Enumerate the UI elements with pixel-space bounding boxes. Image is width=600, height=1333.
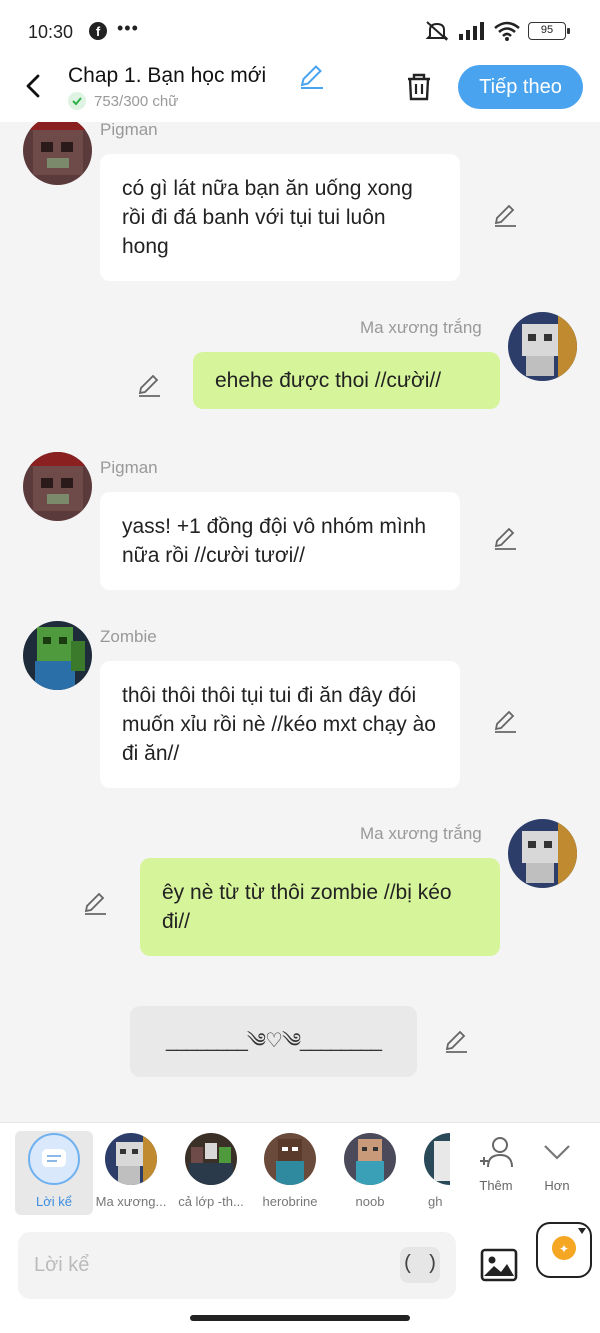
action-paren-button[interactable]: ( ) xyxy=(400,1247,440,1283)
word-count: 753/300 chữ xyxy=(68,92,178,110)
add-label: Thêm xyxy=(479,1178,513,1193)
word-count-text: 753/300 chữ xyxy=(94,92,179,110)
chevron-down-icon xyxy=(544,1145,570,1160)
character-avatar xyxy=(185,1133,237,1185)
home-indicator xyxy=(190,1315,410,1321)
character-herobrine[interactable]: herobrine xyxy=(251,1131,329,1215)
edit-message-icon[interactable] xyxy=(492,202,518,228)
silent-icon xyxy=(425,21,449,41)
svg-text:✦: ✦ xyxy=(559,1242,569,1256)
status-bar: 10:30 f ••• 95 xyxy=(0,0,600,62)
sender-name: Ma xương trắng xyxy=(360,318,482,337)
more-label: Hơn xyxy=(544,1178,570,1193)
character-avatar xyxy=(105,1133,157,1185)
avatar-pigman[interactable] xyxy=(23,452,92,521)
edit-divider-icon[interactable] xyxy=(443,1028,469,1054)
edit-title-icon[interactable] xyxy=(297,62,325,90)
chapter-title[interactable]: Chap 1. Bạn học mới xyxy=(68,64,266,88)
message-input[interactable]: Lời kể xyxy=(18,1232,456,1299)
message-bubble[interactable]: ehehe được thoi //cười// xyxy=(193,352,500,409)
narrator-icon xyxy=(28,1133,80,1185)
wifi-icon xyxy=(494,21,520,41)
character-label: herobrine xyxy=(262,1194,318,1209)
character-label: gh xyxy=(428,1194,443,1209)
back-button[interactable] xyxy=(18,70,50,102)
sender-name: Zombie xyxy=(100,627,157,646)
avatar-pigman[interactable] xyxy=(23,122,92,185)
character-avatar xyxy=(344,1133,396,1185)
character-gh[interactable]: gh xyxy=(410,1131,450,1215)
character-ca-lop[interactable]: cả lớp -th... xyxy=(172,1131,250,1215)
check-icon xyxy=(68,92,86,110)
character-ma-xuong-trang[interactable]: Ma xương... xyxy=(92,1131,170,1215)
sender-name: Ma xương trắng xyxy=(360,824,482,843)
facebook-icon: f xyxy=(89,22,107,40)
sticker-icon: ✦ xyxy=(552,1228,586,1260)
character-label: Ma xương... xyxy=(95,1194,167,1209)
sender-name: Pigman xyxy=(100,122,158,139)
sender-name: Pigman xyxy=(100,458,158,477)
character-label: cả lớp -th... xyxy=(178,1194,244,1209)
avatar-ma-xuong-trang[interactable] xyxy=(508,819,577,888)
add-user-icon xyxy=(480,1137,513,1168)
more-notifications-icon: ••• xyxy=(117,18,139,38)
message-bubble[interactable]: thôi thôi thôi tụi tui đi ăn đây đói muố… xyxy=(100,661,460,788)
character-avatar xyxy=(264,1133,316,1185)
expand-characters-button[interactable]: Hơn xyxy=(527,1135,587,1215)
add-character-button[interactable]: Thêm xyxy=(466,1135,526,1215)
next-button[interactable]: Tiếp theo xyxy=(458,65,583,109)
battery-indicator: 95 xyxy=(528,22,570,40)
character-narrator[interactable]: Lời kể xyxy=(15,1131,93,1215)
character-noob[interactable]: noob xyxy=(331,1131,409,1215)
trash-icon[interactable] xyxy=(402,70,436,104)
signal-icon xyxy=(459,22,484,40)
composer: Lời kể ( ) ✦ xyxy=(0,1222,600,1333)
scene-divider[interactable]: ________༄♡༄________ xyxy=(130,1006,417,1077)
character-label: noob xyxy=(355,1194,385,1209)
edit-message-icon[interactable] xyxy=(492,525,518,551)
status-time: 10:30 xyxy=(28,22,74,42)
editor-header: Chap 1. Bạn học mới 753/300 chữ Tiếp the… xyxy=(0,62,600,122)
avatar-ma-xuong-trang[interactable] xyxy=(508,312,577,381)
edit-message-icon[interactable] xyxy=(492,708,518,734)
character-selector: Lời kể Ma xương... cả lớp -th... herobri… xyxy=(0,1122,600,1222)
sticker-button[interactable]: ✦ xyxy=(536,1222,592,1278)
image-icon[interactable] xyxy=(478,1244,520,1286)
avatar-zombie[interactable] xyxy=(23,621,92,690)
character-avatar xyxy=(424,1133,450,1185)
edit-message-icon[interactable] xyxy=(82,890,108,916)
character-label: Lời kể xyxy=(36,1194,72,1209)
chat-area[interactable]: Pigman có gì lát nữa bạn ăn uống xong rồ… xyxy=(0,122,600,1122)
message-bubble[interactable]: có gì lát nữa bạn ăn uống xong rồi đi đá… xyxy=(100,154,460,281)
message-bubble[interactable]: yass! +1 đồng đội vô nhóm mình nữa rồi /… xyxy=(100,492,460,590)
status-icons: 95 xyxy=(424,20,570,42)
edit-message-icon[interactable] xyxy=(136,372,162,398)
message-bubble[interactable]: êy nè từ từ thôi zombie //bị kéo đi// xyxy=(140,858,500,956)
